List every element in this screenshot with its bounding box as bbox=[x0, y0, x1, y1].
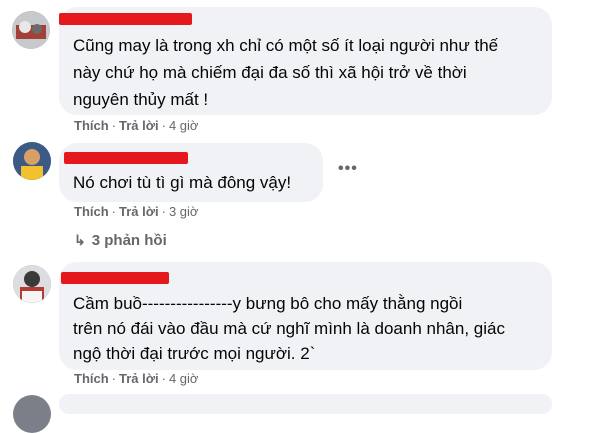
comment-text-line: Nó chơi tù tì gì mà đông vậy! bbox=[73, 173, 292, 192]
comment-actions: Thích · Trả lời · 4 giờ bbox=[74, 371, 198, 386]
avatar[interactable] bbox=[13, 395, 51, 433]
separator: · bbox=[161, 118, 166, 133]
separator: · bbox=[111, 118, 117, 133]
avatar[interactable] bbox=[13, 142, 51, 180]
timestamp[interactable]: 4 giờ bbox=[169, 118, 199, 133]
comment-text-line: Cũng may là trong xh chỉ có một số ít lo… bbox=[73, 36, 499, 55]
redacted-author-name bbox=[61, 272, 169, 284]
comment-bubble: Cũng may là trong xh chỉ có một số ít lo… bbox=[59, 7, 552, 115]
timestamp[interactable]: 4 giờ bbox=[169, 371, 199, 386]
comment-text-line: ngộ thời đại trước mọi người. 2` bbox=[73, 344, 316, 363]
reply-button[interactable]: Trả lời bbox=[119, 118, 159, 133]
comment-actions: Thích · Trả lời · 4 giờ bbox=[74, 118, 198, 133]
comment-bubble: Nó chơi tù tì gì mà đông vậy! bbox=[59, 143, 323, 202]
comment-text-line: nguyên thủy mất ! bbox=[73, 90, 209, 109]
separator: · bbox=[111, 371, 117, 386]
avatar[interactable] bbox=[13, 265, 51, 303]
separator: · bbox=[161, 204, 166, 219]
comment-text-line: trên nó đái vào đầu mà cứ nghĩ mình là d… bbox=[73, 319, 505, 338]
avatar[interactable] bbox=[12, 11, 50, 49]
comment-text-line: này chứ họ mà chiếm đại đa số thì xã hội… bbox=[73, 63, 467, 82]
reply-button[interactable]: Trả lời bbox=[119, 204, 159, 219]
comment-text-line: Cầm buồ----------------y bưng bô cho mấy… bbox=[73, 294, 463, 313]
separator: · bbox=[111, 204, 117, 219]
view-replies-link[interactable]: ↳ 3 phản hồi bbox=[74, 232, 167, 249]
redacted-author-name bbox=[59, 13, 192, 25]
replies-count-label: 3 phản hồi bbox=[91, 232, 167, 249]
like-button[interactable]: Thích bbox=[74, 118, 109, 133]
like-button[interactable]: Thích bbox=[74, 371, 109, 386]
like-button[interactable]: Thích bbox=[74, 204, 109, 219]
comment-bubble bbox=[59, 394, 552, 414]
redacted-author-name bbox=[64, 152, 188, 164]
separator: · bbox=[161, 371, 166, 386]
reply-arrow-icon: ↳ bbox=[74, 232, 86, 248]
comment-bubble: Cầm buồ----------------y bưng bô cho mấy… bbox=[59, 262, 552, 370]
timestamp[interactable]: 3 giờ bbox=[169, 204, 199, 219]
more-options-icon[interactable]: ••• bbox=[338, 160, 358, 178]
comment-actions: Thích · Trả lời · 3 giờ bbox=[74, 204, 198, 219]
reply-button[interactable]: Trả lời bbox=[119, 371, 159, 386]
